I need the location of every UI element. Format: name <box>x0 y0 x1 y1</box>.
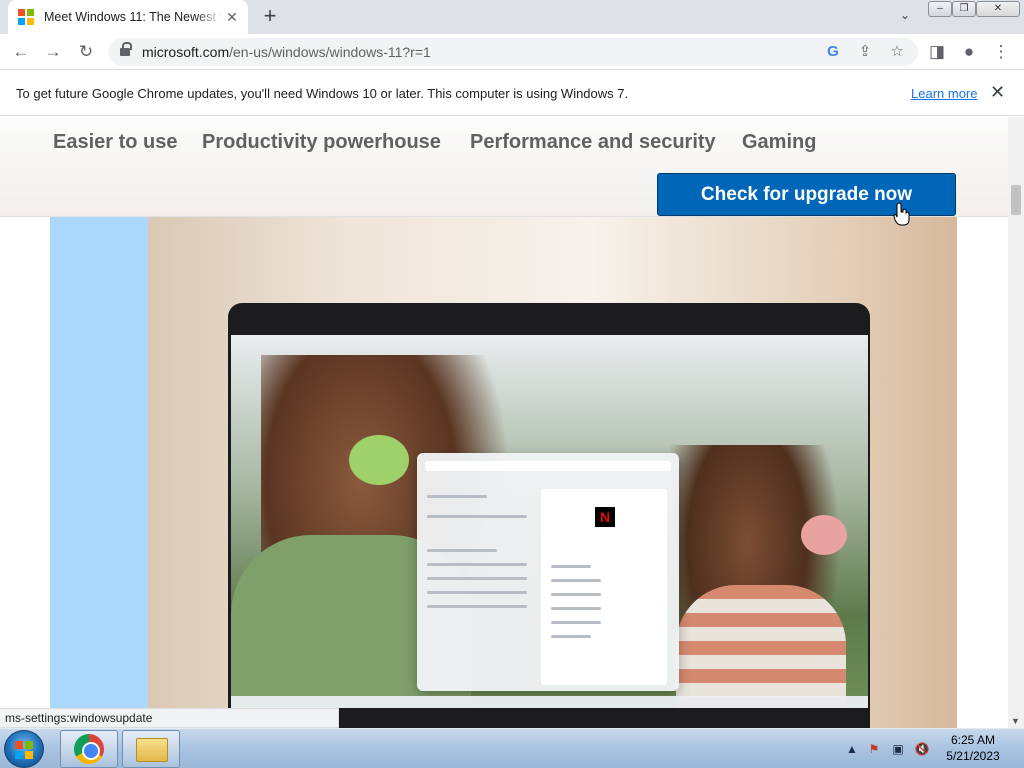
address-bar[interactable]: microsoft.com/en-us/windows/windows-11?r… <box>108 38 918 66</box>
menu-line <box>551 635 591 638</box>
search-field-mini <box>425 461 671 471</box>
tray-action-center-icon[interactable]: ⚑ <box>866 741 882 757</box>
tab-strip: Meet Windows 11: The Newest Windows ✕ + … <box>0 0 1024 34</box>
page-scrollbar[interactable]: ▼ <box>1008 117 1024 728</box>
folder-icon <box>136 738 168 762</box>
page-viewport: Easier to use Productivity powerhouse Pe… <box>0 117 1008 728</box>
clock-date: 5/21/2023 <box>946 749 1000 763</box>
menu-line <box>551 593 601 596</box>
url-host: microsoft.com <box>142 44 230 60</box>
infobar-message: To get future Google Chrome updates, you… <box>16 86 629 101</box>
status-bubble: ms-settings:windowsupdate <box>0 708 339 728</box>
taskbar-chrome-button[interactable] <box>60 730 118 768</box>
learn-more-link[interactable]: Learn more <box>911 86 977 101</box>
update-infobar: To get future Google Chrome updates, you… <box>0 71 1024 116</box>
microsoft-logo-icon <box>18 9 34 25</box>
infobar-close-icon[interactable]: ✕ <box>990 82 1005 103</box>
hero-image: N <box>148 217 957 728</box>
photo-ice-cream-green <box>349 435 409 485</box>
minimize-button[interactable]: – <box>928 1 952 17</box>
page-subnav: Easier to use Productivity powerhouse Pe… <box>0 117 1008 217</box>
google-icon[interactable]: G <box>823 42 843 62</box>
tab-search-chevron-icon[interactable]: ⌄ <box>896 8 914 26</box>
browser-toolbar: ← → ↻ microsoft.com/en-us/windows/window… <box>0 34 1024 70</box>
forward-icon[interactable]: → <box>42 41 64 63</box>
menu-line <box>427 495 487 498</box>
menu-line <box>427 591 527 594</box>
windows-search-panel: N <box>417 453 679 691</box>
menu-line <box>551 621 601 624</box>
netflix-icon: N <box>595 507 615 527</box>
screen: Meet Windows 11: The Newest Windows ✕ + … <box>0 0 1024 768</box>
taskbar-clock[interactable]: 6:25 AM 5/21/2023 <box>940 732 1006 764</box>
chrome-icon <box>74 734 104 764</box>
check-for-upgrade-button[interactable]: Check for upgrade now <box>657 173 956 216</box>
windows-taskbar: ▲ ⚑ ▣ 🔇 6:25 AM 5/21/2023 <box>0 728 1024 768</box>
menu-line <box>551 565 591 568</box>
menu-line <box>427 577 527 580</box>
nav-performance-and-security[interactable]: Performance and security <box>470 131 716 154</box>
url-text[interactable]: microsoft.com/en-us/windows/windows-11?r… <box>142 44 431 60</box>
tab-active[interactable]: Meet Windows 11: The Newest Windows ✕ <box>8 0 248 34</box>
search-result-pane: N <box>541 489 667 685</box>
windows-flag-icon <box>15 741 33 759</box>
laptop-taskbar <box>231 696 868 708</box>
tab-title: Meet Windows 11: The Newest Windows <box>44 10 222 24</box>
start-orb-icon[interactable] <box>4 730 44 768</box>
restore-button[interactable]: ❐ <box>952 1 976 17</box>
menu-line <box>427 563 527 566</box>
nav-easier-to-use[interactable]: Easier to use <box>53 131 178 154</box>
tray-volume-muted-icon[interactable]: 🔇 <box>914 741 930 757</box>
menu-icon[interactable]: ⋮ <box>990 41 1012 63</box>
nav-productivity-powerhouse[interactable]: Productivity powerhouse <box>202 131 441 154</box>
nav-gaming[interactable]: Gaming <box>742 131 816 154</box>
hand-cursor-icon <box>893 202 910 226</box>
sidebar-icon[interactable]: ◨ <box>926 41 948 63</box>
tray-network-icon[interactable]: ▣ <box>890 741 906 757</box>
lock-icon[interactable] <box>120 42 132 58</box>
window-close-button[interactable]: ✕ <box>976 1 1020 17</box>
laptop-screen: N <box>231 335 868 708</box>
menu-line <box>427 605 527 608</box>
menu-line <box>551 607 601 610</box>
reload-icon[interactable]: ↻ <box>75 41 97 63</box>
url-path: /en-us/windows/windows-11?r=1 <box>229 44 431 60</box>
scroll-down-arrow-icon[interactable]: ▼ <box>1011 716 1020 726</box>
photo-boy-shirt <box>676 585 846 708</box>
blue-accent-panel <box>50 217 150 728</box>
taskbar-explorer-button[interactable] <box>122 730 180 768</box>
share-icon[interactable]: ⇪ <box>855 42 875 62</box>
menu-line <box>427 549 497 552</box>
photo-ice-cream-pink <box>801 515 847 555</box>
back-icon[interactable]: ← <box>10 41 32 63</box>
menu-line <box>551 579 601 582</box>
star-icon[interactable]: ☆ <box>887 42 907 62</box>
new-tab-button[interactable]: + <box>258 5 282 29</box>
profile-icon[interactable]: ● <box>958 41 980 63</box>
scroll-thumb[interactable] <box>1011 185 1021 215</box>
menu-line <box>427 515 527 518</box>
tab-close-icon[interactable]: ✕ <box>224 9 240 25</box>
clock-time: 6:25 AM <box>950 733 996 747</box>
tray-show-hidden-icon[interactable]: ▲ <box>844 741 860 757</box>
